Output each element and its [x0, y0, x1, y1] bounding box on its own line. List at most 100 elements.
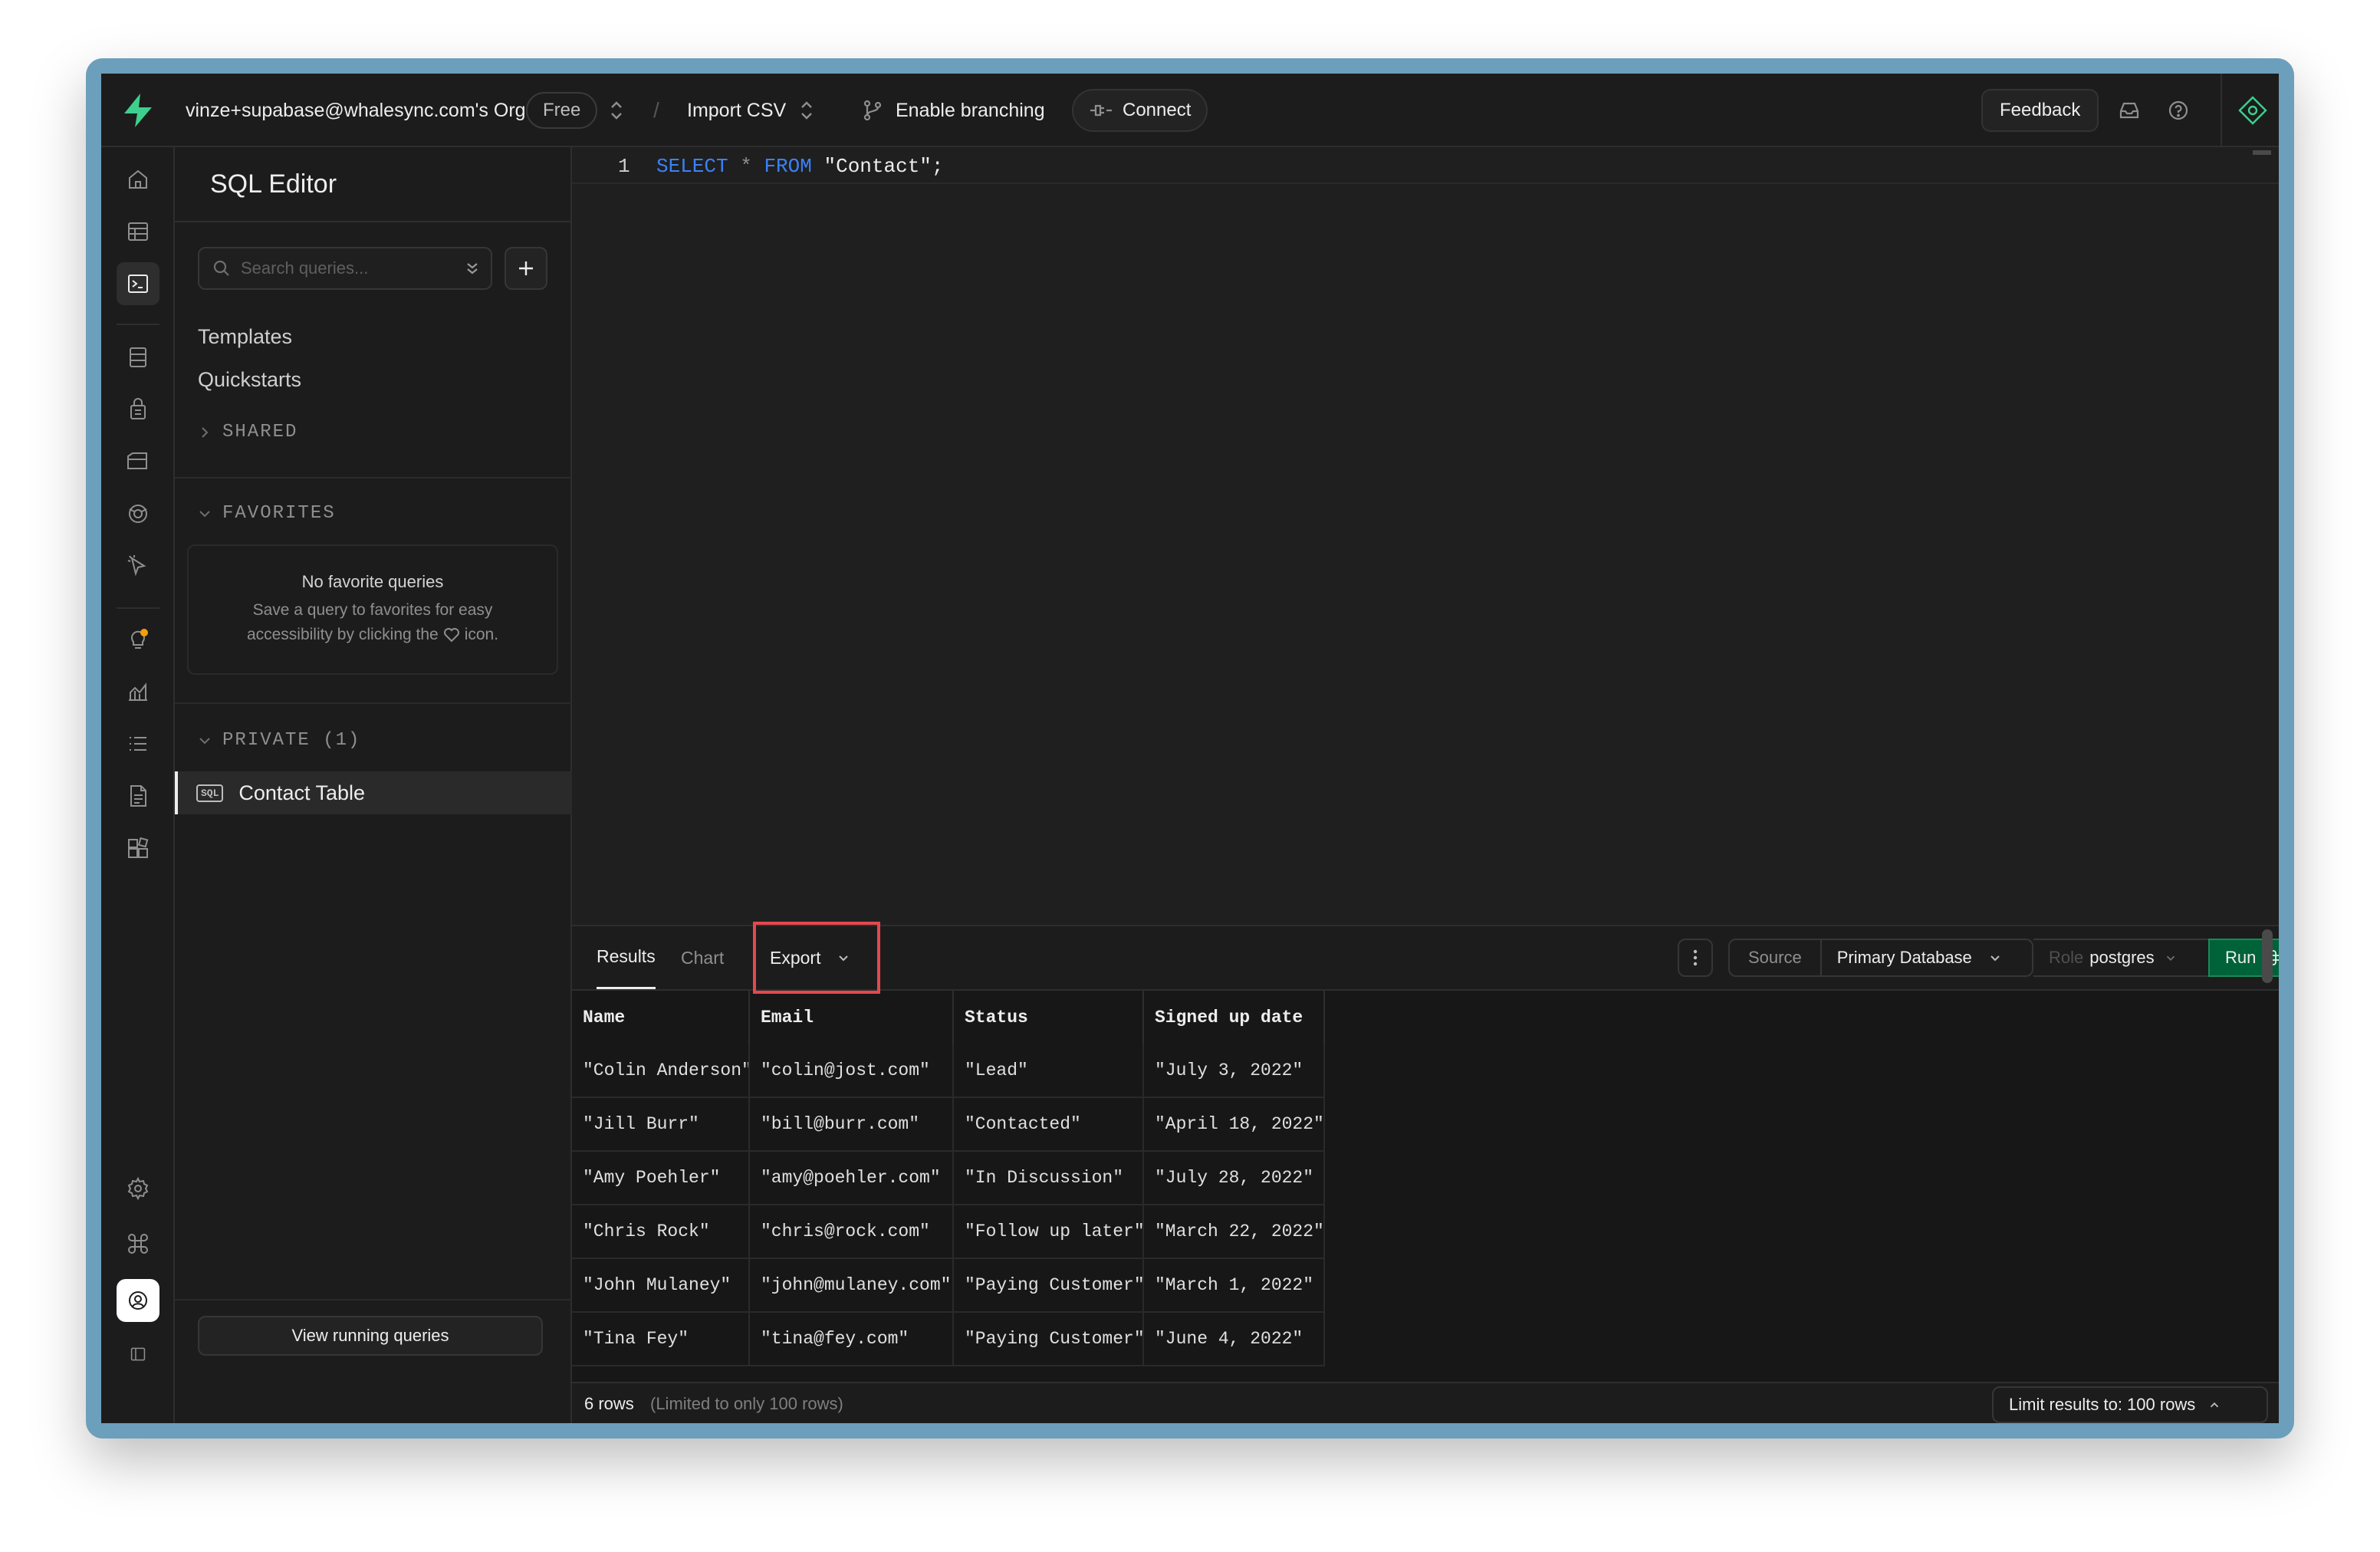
no-favorites-title: No favorite queries — [301, 572, 444, 591]
table-editor-icon[interactable] — [117, 210, 159, 253]
keyword-select: SELECT — [656, 155, 728, 178]
api-docs-icon[interactable] — [117, 774, 159, 817]
table-cell-name[interactable]: "Chris Rock" — [572, 1205, 750, 1259]
table-cell-signed-up-date[interactable]: "April 18, 2022" — [1144, 1098, 1325, 1152]
source-label: Source — [1730, 940, 1822, 975]
settings-icon[interactable] — [117, 1167, 159, 1210]
integrations-icon[interactable] — [117, 827, 159, 870]
code-editor[interactable]: 1 SELECT * FROM "Contact"; — [572, 147, 2279, 925]
storage-icon[interactable] — [117, 440, 159, 483]
logs-icon[interactable] — [117, 722, 159, 765]
query-item-contact-table[interactable]: SQL Contact Table — [175, 771, 572, 814]
org-name[interactable]: vinze+supabase@whalesync.com's Org — [186, 74, 526, 147]
project-name[interactable]: Import CSV — [687, 74, 786, 147]
table-cell-name[interactable]: "Jill Burr" — [572, 1098, 750, 1152]
auth-icon[interactable] — [117, 388, 159, 431]
panel-title: SQL Editor — [210, 169, 337, 199]
table-cell-email[interactable]: "bill@burr.com" — [750, 1098, 954, 1152]
edge-functions-icon[interactable] — [117, 492, 159, 535]
top-bar: vinze+supabase@whalesync.com's Org Free … — [101, 74, 2279, 147]
results-grid: Name Email Status Signed up date "Colin … — [572, 991, 2279, 1382]
table-cell-signed-up-date[interactable]: "July 3, 2022" — [1144, 1044, 1325, 1098]
plus-icon — [519, 261, 533, 275]
search-icon — [213, 260, 229, 276]
user-avatar[interactable] — [117, 1279, 159, 1322]
query-name: Contact Table — [238, 781, 366, 804]
no-favorites-line2: accessibility by clicking the icon. — [189, 626, 557, 644]
table-cell-status[interactable]: "Contacted" — [954, 1098, 1144, 1152]
table-cell-email[interactable]: "colin@jost.com" — [750, 1044, 954, 1098]
table-cell-status[interactable]: "Follow up later" — [954, 1205, 1144, 1259]
table-cell-name[interactable]: "Tina Fey" — [572, 1313, 750, 1366]
templates-link[interactable]: Templates — [198, 325, 292, 349]
column-header-status[interactable]: Status — [954, 991, 1144, 1044]
more-options-button[interactable] — [1678, 939, 1713, 977]
table-cell-email[interactable]: "tina@fey.com" — [750, 1313, 954, 1366]
quickstarts-link[interactable]: Quickstarts — [198, 368, 301, 392]
table-cell-signed-up-date[interactable]: "March 22, 2022" — [1144, 1205, 1325, 1259]
table-cell-email[interactable]: "john@mulaney.com" — [750, 1259, 954, 1313]
source-selector[interactable]: Source Primary Database — [1728, 939, 2033, 977]
shared-section-header[interactable]: SHARED — [198, 422, 298, 442]
chevron-down-icon — [199, 510, 210, 517]
project-switcher-icon[interactable] — [797, 74, 816, 147]
app-window: vinze+supabase@whalesync.com's Org Free … — [86, 58, 2294, 1439]
reports-icon[interactable] — [117, 670, 159, 713]
column-header-email[interactable]: Email — [750, 991, 954, 1044]
chevron-down-icon — [2166, 955, 2175, 961]
results-scrollbar[interactable] — [2262, 929, 2273, 983]
tab-results[interactable]: Results — [597, 926, 656, 989]
limit-results-button[interactable]: Limit results to: 100 rows — [1992, 1386, 2268, 1423]
column-header-signed-up-date[interactable]: Signed up date — [1144, 991, 1325, 1044]
feedback-button[interactable]: Feedback — [1981, 89, 2099, 132]
table-cell-status[interactable]: "In Discussion" — [954, 1152, 1144, 1205]
table-cell-signed-up-date[interactable]: "June 4, 2022" — [1144, 1313, 1325, 1366]
source-value: Primary Database — [1836, 948, 1972, 967]
role-selector[interactable]: Role postgres — [2033, 939, 2210, 977]
org-switcher-icon[interactable] — [607, 74, 626, 147]
database-icon[interactable] — [117, 336, 159, 379]
realtime-icon[interactable] — [117, 544, 159, 587]
icon-sidebar — [101, 147, 175, 1423]
table-cell-signed-up-date[interactable]: "July 28, 2022" — [1144, 1152, 1325, 1205]
chevron-down-icon — [839, 955, 849, 962]
favorites-section-header[interactable]: FAVORITES — [198, 503, 336, 524]
table-cell-email[interactable]: "amy@poehler.com" — [750, 1152, 954, 1205]
no-favorites-line2b: icon. — [464, 626, 499, 643]
inbox-icon[interactable] — [2118, 74, 2141, 147]
plug-icon — [1090, 104, 1112, 117]
code-line-1[interactable]: SELECT * FROM "Contact"; — [656, 155, 944, 178]
export-dropdown[interactable]: Export — [770, 926, 851, 989]
command-icon[interactable] — [117, 1222, 159, 1265]
sql-editor-icon[interactable] — [117, 262, 159, 305]
collapse-icon[interactable] — [117, 1333, 159, 1376]
table-cell-status[interactable]: "Lead" — [954, 1044, 1144, 1098]
results-pane: Results Chart Export Source Primary Data… — [572, 922, 2279, 1423]
home-icon[interactable] — [117, 158, 159, 201]
advisors-icon[interactable] — [117, 618, 159, 661]
plan-badge: Free — [526, 92, 598, 129]
table-cell-email[interactable]: "chris@rock.com" — [750, 1205, 954, 1259]
new-query-button[interactable] — [505, 247, 547, 290]
sort-chevrons-icon[interactable] — [463, 258, 482, 279]
supabase-logo[interactable] — [121, 74, 155, 147]
scrollbar-marker — [2253, 150, 2271, 155]
table-cell-name[interactable]: "Amy Poehler" — [572, 1152, 750, 1205]
help-icon[interactable] — [2167, 74, 2190, 147]
view-running-queries-button[interactable]: View running queries — [198, 1316, 543, 1356]
enable-branching-button[interactable]: Enable branching — [860, 74, 1045, 147]
table-cell-signed-up-date[interactable]: "March 1, 2022" — [1144, 1259, 1325, 1313]
chevron-up-icon — [2211, 1402, 2219, 1408]
advisor-diamond-icon[interactable] — [2237, 74, 2268, 147]
search-input[interactable]: Search queries... — [241, 258, 368, 278]
table-cell-name[interactable]: "John Mulaney" — [572, 1259, 750, 1313]
search-queries-field[interactable]: Search queries... — [198, 247, 492, 290]
private-section-header[interactable]: PRIVATE (1) — [198, 730, 360, 751]
tab-chart[interactable]: Chart — [681, 926, 724, 989]
column-header-name[interactable]: Name — [572, 991, 750, 1044]
connect-button[interactable]: Connect — [1072, 89, 1208, 132]
table-cell-status[interactable]: "Paying Customer" — [954, 1313, 1144, 1366]
table-cell-status[interactable]: "Paying Customer" — [954, 1259, 1144, 1313]
chevron-right-icon — [202, 426, 209, 438]
table-cell-name[interactable]: "Colin Anderson" — [572, 1044, 750, 1098]
